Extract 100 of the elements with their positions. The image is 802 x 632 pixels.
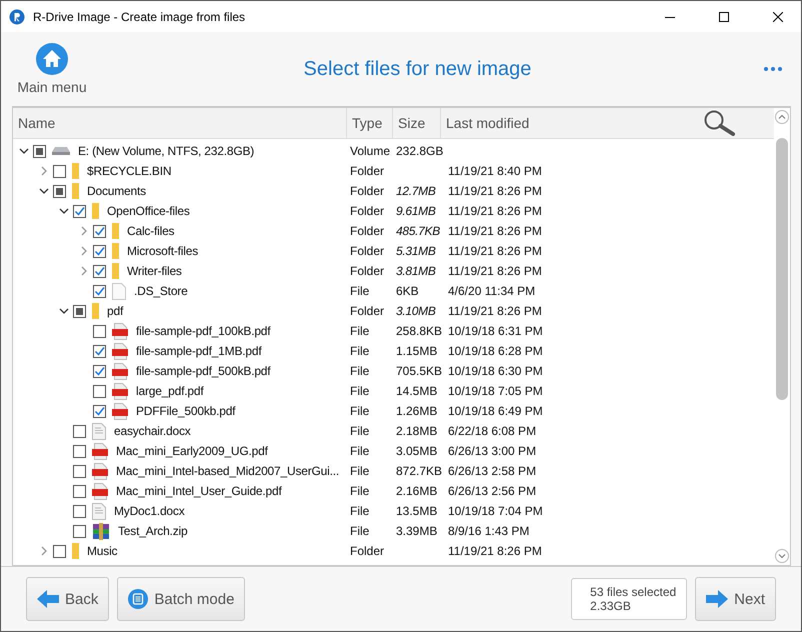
size-cell: 3.10MB (396, 304, 436, 318)
home-icon[interactable] (36, 43, 68, 75)
file-name[interactable]: pdf (107, 304, 124, 318)
checkbox[interactable] (33, 144, 46, 158)
document-icon (92, 502, 106, 520)
date-cell: 6/26/13 2:56 PM (448, 484, 536, 498)
file-name[interactable]: Test_Arch.zip (118, 524, 188, 538)
checkbox[interactable] (93, 384, 106, 398)
app-logo-icon (9, 8, 25, 24)
scroll-down-icon[interactable] (775, 549, 789, 563)
date-cell: 6/22/18 6:08 PM (448, 424, 536, 438)
file-name[interactable]: E: (New Volume, NTFS, 232.8GB) (78, 144, 254, 158)
size-cell: 14.5MB (396, 384, 438, 398)
main-menu-button[interactable]: Main menu (12, 43, 92, 95)
checkbox[interactable] (93, 364, 106, 378)
column-header[interactable]: Type (347, 108, 393, 138)
file-name[interactable]: large_pdf.pdf (136, 384, 204, 398)
size-cell: 3.81MB (396, 264, 436, 278)
more-icon[interactable] (763, 66, 783, 72)
checkbox[interactable] (93, 344, 106, 358)
folder-icon (72, 163, 79, 179)
size-cell: 232.8GB (396, 144, 444, 158)
date-cell: 6/26/13 3:00 PM (448, 444, 536, 458)
checkbox[interactable] (73, 204, 86, 218)
type-cell: File (350, 464, 370, 478)
file-name[interactable]: file-sample-pdf_500kB.pdf (136, 364, 270, 378)
pdf-file-icon (112, 382, 128, 400)
pdf-file-icon (112, 362, 128, 380)
file-name[interactable]: OpenOffice-files (107, 204, 190, 218)
checkbox[interactable] (93, 284, 106, 298)
date-cell: 11/19/21 8:26 PM (448, 224, 542, 238)
date-cell: 10/19/18 6:30 PM (448, 364, 543, 378)
batch-mode-button[interactable]: Batch mode (117, 577, 246, 621)
file-name[interactable]: PDFFile_500kb.pdf (136, 404, 236, 418)
pdf-file-icon (92, 482, 108, 500)
file-name[interactable]: MyDoc1.docx (114, 504, 184, 518)
file-name[interactable]: Calc-files (127, 224, 174, 238)
folder-icon (72, 543, 79, 559)
checkbox[interactable] (93, 244, 106, 258)
arrow-left-icon (37, 590, 59, 608)
scrollbar[interactable] (774, 108, 790, 565)
checkbox[interactable] (53, 164, 66, 178)
date-cell: 10/19/18 7:04 PM (448, 504, 543, 518)
checkbox[interactable] (93, 404, 106, 418)
type-cell: Folder (350, 264, 384, 278)
type-cell: Volume (350, 144, 390, 158)
checkbox[interactable] (73, 484, 86, 498)
file-name[interactable]: $RECYCLE.BIN (87, 164, 172, 178)
size-cell: 872.7KB (396, 464, 442, 478)
date-cell: 10/19/18 6:31 PM (448, 324, 543, 338)
type-cell: File (350, 424, 370, 438)
checkbox[interactable] (73, 424, 86, 438)
checkbox[interactable] (73, 504, 86, 518)
folder-icon (112, 263, 119, 279)
file-name[interactable]: easychair.docx (114, 424, 191, 438)
checkbox[interactable] (93, 264, 106, 278)
file-name[interactable]: .DS_Store (134, 284, 188, 298)
type-cell: Folder (350, 224, 384, 238)
file-name[interactable]: Mac_mini_Early2009_UG.pdf (116, 444, 268, 458)
type-cell: File (350, 324, 370, 338)
file-name[interactable]: Mac_mini_Intel-based_Mid2007_UserGui... (116, 464, 339, 478)
checkbox[interactable] (73, 524, 86, 538)
checkbox[interactable] (93, 324, 106, 338)
size-cell: 258.8KB (396, 324, 442, 338)
folder-icon (72, 183, 79, 199)
close-icon[interactable] (773, 12, 783, 22)
file-name[interactable]: file-sample-pdf_100kB.pdf (136, 324, 270, 338)
scroll-up-icon[interactable] (775, 110, 789, 124)
file-name[interactable]: Documents (87, 184, 146, 198)
arrow-right-icon (706, 590, 728, 608)
checkbox[interactable] (73, 304, 86, 318)
type-cell: File (350, 444, 370, 458)
column-header[interactable]: Name (13, 108, 347, 138)
checkbox[interactable] (53, 544, 66, 558)
folder-icon (92, 203, 99, 219)
checkbox[interactable] (73, 444, 86, 458)
archive-icon (92, 522, 110, 540)
checkbox[interactable] (93, 224, 106, 238)
type-cell: Folder (350, 244, 384, 258)
date-cell: 11/19/21 8:26 PM (448, 244, 542, 258)
page-title: Select files for new image (302, 58, 532, 80)
size-cell: 9.61MB (396, 204, 436, 218)
size-cell: 1.26MB (396, 404, 438, 418)
next-button[interactable]: Next (695, 577, 776, 621)
column-header[interactable]: Last modified (441, 108, 581, 138)
checkbox[interactable] (53, 184, 66, 198)
pdf-file-icon (112, 342, 128, 360)
file-name[interactable]: Mac_mini_Intel_User_Guide.pdf (116, 484, 282, 498)
checkbox[interactable] (73, 464, 86, 478)
maximize-icon[interactable] (719, 12, 729, 22)
file-name[interactable]: Music (87, 544, 118, 558)
search-icon[interactable] (703, 110, 737, 136)
file-name[interactable]: Microsoft-files (127, 244, 198, 258)
type-cell: Folder (350, 544, 384, 558)
size-cell: 1.15MB (396, 344, 438, 358)
column-header[interactable]: Size (393, 108, 441, 138)
file-name[interactable]: Writer-files (127, 264, 182, 278)
file-name[interactable]: file-sample-pdf_1MB.pdf (136, 344, 262, 358)
back-button[interactable]: Back (26, 577, 110, 621)
type-cell: File (350, 404, 370, 418)
